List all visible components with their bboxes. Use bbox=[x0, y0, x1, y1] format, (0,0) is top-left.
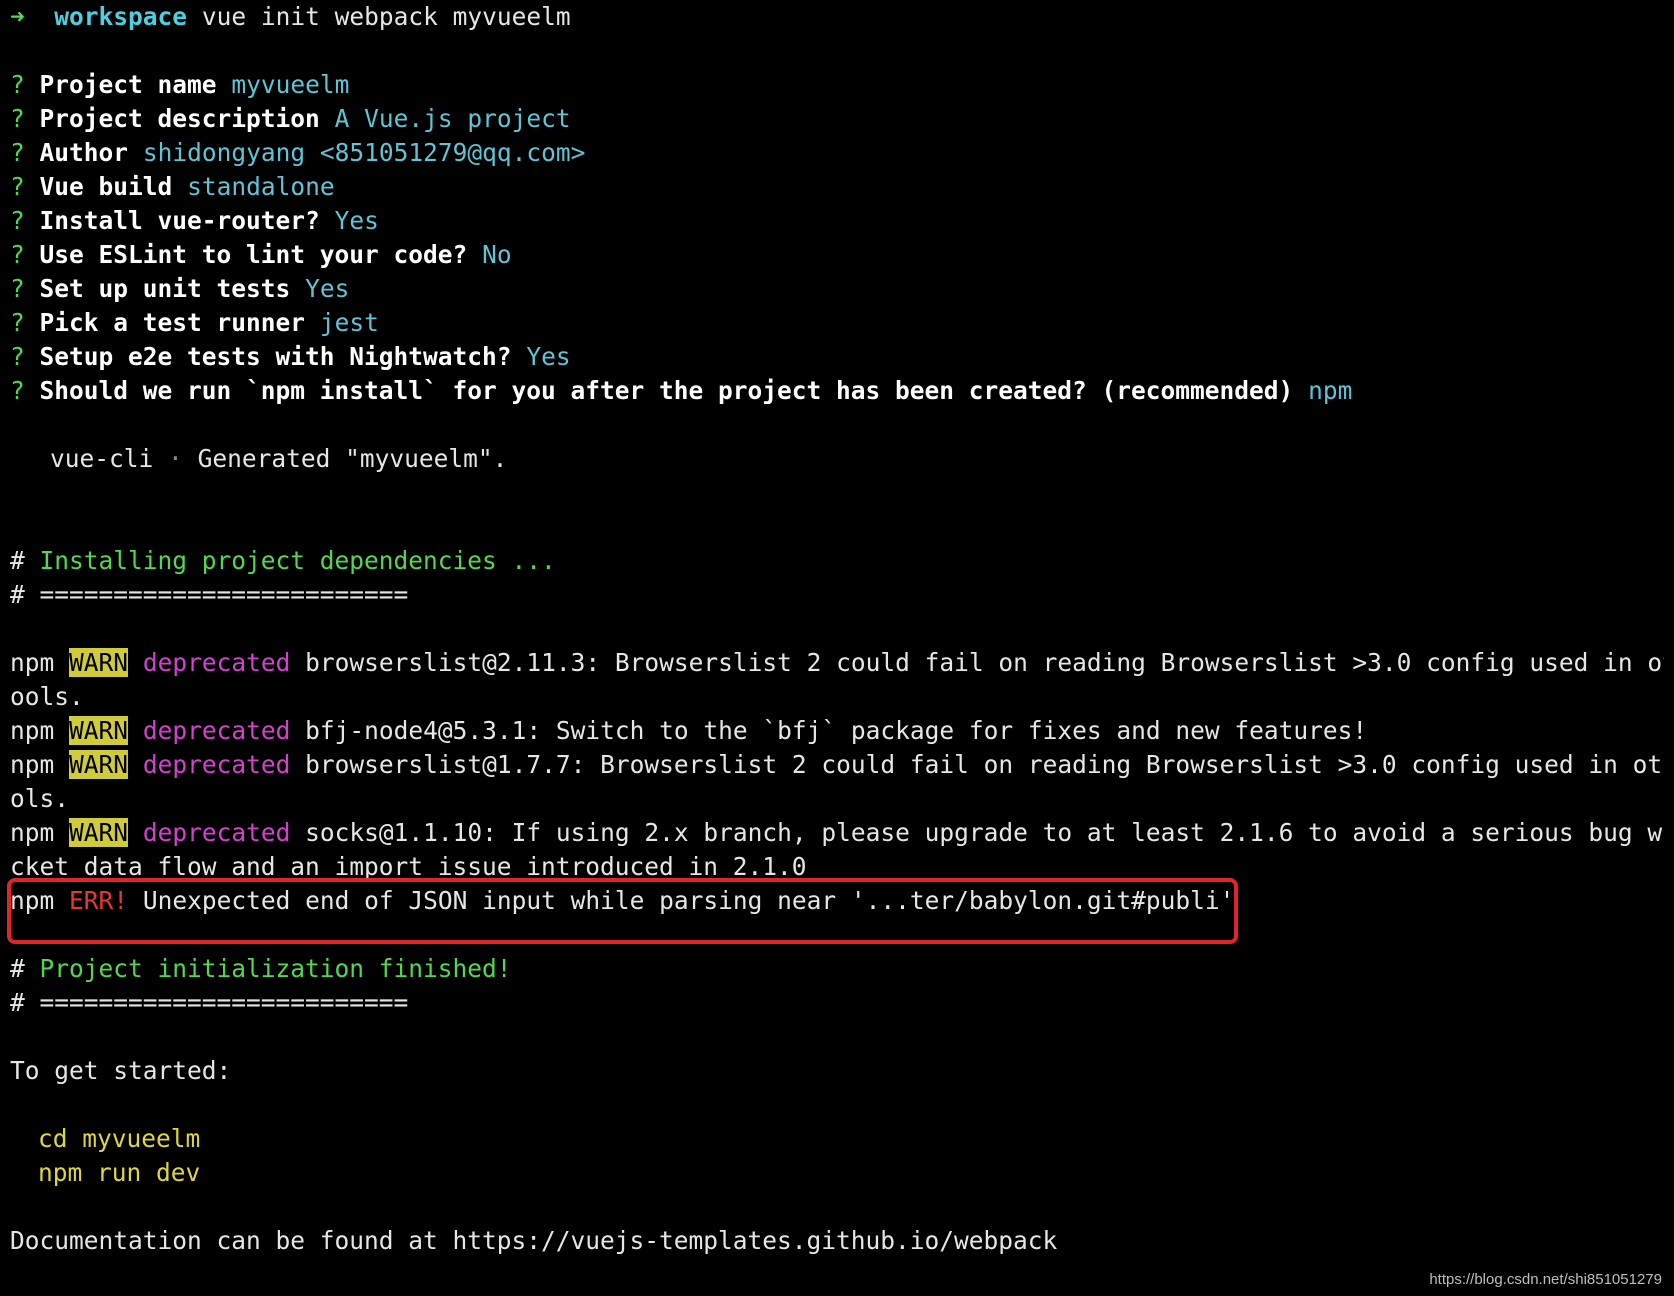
qa-line: ? Install vue-router? Yes bbox=[10, 206, 379, 235]
npm-warn-line-cont: ols. bbox=[10, 784, 70, 813]
prompt-directory: workspace bbox=[54, 2, 188, 31]
npm-warn-line: npm WARN deprecated socks@1.1.10: If usi… bbox=[10, 818, 1664, 847]
npm-warn-line: npm WARN deprecated browserslist@1.7.7: … bbox=[10, 750, 1664, 779]
qa-line: ? Author shidongyang <851051279@qq.com> bbox=[10, 138, 586, 167]
qa-line: ? Setup e2e tests with Nightwatch? Yes bbox=[10, 342, 571, 371]
prompt-arrow-icon: ➜ bbox=[10, 2, 25, 31]
watermark: https://blog.csdn.net/shi851051279 bbox=[1429, 1271, 1662, 1288]
npm-warn-line-cont: ools. bbox=[10, 682, 84, 711]
qa-line: ? Use ESLint to lint your code? No bbox=[10, 240, 512, 269]
npm-error-line: npm ERR! Unexpected end of JSON input wh… bbox=[10, 886, 1235, 915]
get-started-cmd: cd myvueelm bbox=[38, 1124, 201, 1153]
qa-line: ? Pick a test runner jest bbox=[10, 308, 379, 337]
generated-line: vue-cli · Generated "myvueelm". bbox=[50, 444, 508, 473]
terminal-output: ➜ workspace vue init webpack myvueelm ? … bbox=[10, 0, 1664, 1258]
npm-warn-line: npm WARN deprecated bfj-node4@5.3.1: Swi… bbox=[10, 716, 1368, 745]
qa-line: ? Should we run `npm install` for you af… bbox=[10, 376, 1353, 405]
npm-warn-line: npm WARN deprecated browserslist@2.11.3:… bbox=[10, 648, 1664, 677]
finished-rule: # ========================= bbox=[10, 988, 409, 1017]
installing-rule: # ========================= bbox=[10, 580, 409, 609]
warn-badge: WARN bbox=[69, 750, 129, 779]
prompt-command: vue init webpack myvueelm bbox=[201, 2, 571, 31]
warn-badge: WARN bbox=[69, 716, 129, 745]
get-started-cmd: npm run dev bbox=[38, 1158, 201, 1187]
installing-heading: # Installing project dependencies ... bbox=[10, 546, 556, 575]
get-started-title: To get started: bbox=[10, 1056, 232, 1085]
qa-line: ? Vue build standalone bbox=[10, 172, 335, 201]
documentation-line: Documentation can be found at https://vu… bbox=[10, 1226, 1058, 1255]
prompt-line: ➜ workspace vue init webpack myvueelm bbox=[10, 0, 1664, 34]
error-badge: ERR! bbox=[69, 886, 129, 915]
qa-line: ? Project name myvueelm bbox=[10, 70, 350, 99]
warn-badge: WARN bbox=[69, 818, 129, 847]
warn-badge: WARN bbox=[69, 648, 129, 677]
npm-warn-line-cont: cket data flow and an import issue intro… bbox=[10, 852, 807, 881]
qa-line: ? Set up unit tests Yes bbox=[10, 274, 350, 303]
finished-heading: # Project initialization finished! bbox=[10, 954, 512, 983]
qa-line: ? Project description A Vue.js project bbox=[10, 104, 571, 133]
